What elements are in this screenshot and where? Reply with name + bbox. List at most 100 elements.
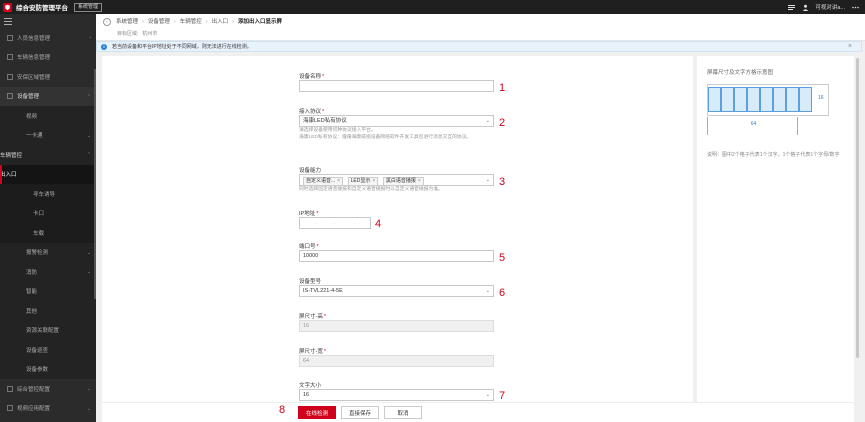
crumb-vehicle[interactable]: 车辆管控 — [180, 18, 202, 26]
hamburger-icon[interactable] — [0, 14, 96, 28]
sidebar-item-15[interactable]: 资源关联配置 — [0, 320, 96, 340]
user-icon[interactable] — [801, 3, 809, 11]
capability-hint: 同时选择固定语音播报和自定义语音播报时以自定义语音播报为准。 — [299, 187, 443, 192]
height-field: 屏尺寸-高* 16 — [299, 312, 499, 332]
capability-tag-3[interactable]: 黑白语音播报 × — [382, 177, 424, 186]
ip-label: IP地址 — [299, 211, 316, 217]
sidebar-item-10[interactable]: 车载 — [0, 223, 96, 243]
sidebar-item-label: 报警检测 — [26, 250, 49, 257]
sidebar-item-12[interactable]: 消防 ⌄ — [0, 262, 96, 282]
chevron-icon: ⌄ — [86, 249, 91, 256]
marker-3: 3 — [499, 176, 506, 188]
capability-tag-2[interactable]: LED显示 × — [347, 177, 379, 186]
page-title: 添加出入口显示屏 — [237, 19, 282, 25]
sidebar-item-label: 视频应用配置 — [17, 406, 51, 413]
height-input: 16 — [299, 320, 494, 332]
grid-cell — [708, 87, 721, 112]
back-button[interactable]: ‹ — [103, 18, 111, 26]
menu-icon — [6, 405, 13, 412]
sidebar-scrollbar[interactable] — [94, 69, 96, 299]
capability-select[interactable]: 自定义语音... × LED显示 × 黑白语音播报 × ⌄ — [299, 174, 494, 186]
sidebar-item-5[interactable]: 一卡通 ⌄ — [0, 125, 96, 145]
sidebar-item-18[interactable]: 综合管控配置 ⌄ — [0, 379, 96, 399]
grid-cell — [734, 87, 747, 112]
protocol-hint-2: 海康LED私有协议：遵循海康威视设备网络软件开发工具包进行消息交互的协议。 — [299, 135, 472, 140]
list-icon[interactable] — [787, 3, 795, 11]
protocol-value: 海康LED私有协议 — [303, 118, 347, 124]
sidebar-item-4[interactable]: 视频 — [0, 106, 96, 126]
marker-4: 4 — [375, 218, 382, 230]
sidebar-item-0[interactable]: 人员信息管理 › — [0, 28, 96, 48]
preview-title: 屏幕尺寸及文字方格示意图 — [707, 70, 774, 76]
font-size-select[interactable]: 16 ⌄ — [299, 389, 494, 401]
grid-cell — [721, 87, 734, 112]
protocol-select[interactable]: 海康LED私有协议 ⌄ — [299, 115, 494, 127]
menu-icon — [6, 34, 13, 41]
capability-tag-1[interactable]: 自定义语音... × — [303, 177, 344, 186]
save-button[interactable]: 直接保存 — [341, 406, 379, 419]
info-icon: i — [101, 43, 107, 50]
preview-description: 说明：图中2个格子代表1个汉字，1个格子代表1个字母/数字 — [707, 152, 840, 158]
port-input[interactable]: 10000 — [299, 250, 494, 262]
online-check-button[interactable]: 在线检测 — [298, 406, 336, 419]
username[interactable]: 可视对讲a... — [815, 3, 845, 11]
model-select[interactable]: IS-TVL221-4-5E ⌄ — [299, 285, 494, 297]
sidebar-item-16[interactable]: 设备巡查 — [0, 340, 96, 360]
grid-cell — [786, 87, 799, 112]
model-field: 设备型号 IS-TVL221-4-5E ⌄ — [299, 277, 499, 297]
protocol-hint-1: 请选择设备使用何种协议接入平台。 — [299, 128, 376, 133]
sidebar-item-8[interactable]: 寻车诱导 — [0, 184, 96, 204]
sidebar-item-1[interactable]: 车辆信息管理 — [0, 48, 96, 68]
sidebar-item-label: 设备巡查 — [26, 347, 49, 354]
sidebar-item-label: 一卡通 — [26, 133, 43, 140]
marker-2: 2 — [499, 117, 506, 129]
sidebar-item-label: 设备管理 — [17, 94, 40, 101]
sidebar: 人员信息管理 › 车辆信息管理 安保区域管理设备管理 ⌃ 视频一卡通 ⌄ 车辆管控 ⌃ 出入口寻车… — [0, 14, 96, 422]
ip-field: IP地址* ... — [299, 209, 499, 229]
marker-1: 1 — [499, 82, 506, 94]
sidebar-item-6[interactable]: 车辆管控 ⌃ — [0, 145, 96, 165]
target-area: 目标区域: 杭州市 — [117, 30, 157, 37]
sidebar-item-label: 智能 — [26, 289, 38, 296]
chevron-icon: ⌄ — [86, 132, 91, 139]
sidebar-item-17[interactable]: 设备参数 — [0, 359, 96, 379]
menu-icon — [6, 93, 13, 100]
system-tag-button[interactable]: 系统管理 — [74, 2, 103, 12]
chevron-icon: ⌄ — [86, 386, 91, 392]
top-right-tools: 可视对讲a... — [787, 0, 859, 14]
chevron-icon: ⌃ — [86, 152, 91, 158]
sidebar-item-label: 人员信息管理 — [17, 35, 51, 42]
grid-cell — [799, 87, 812, 112]
sidebar-item-label: 出入口 — [0, 172, 17, 179]
sidebar-item-13[interactable]: 智能 — [0, 281, 96, 301]
grid-cell — [760, 87, 773, 112]
sidebar-item-label: 卡口 — [33, 211, 45, 218]
sidebar-item-19[interactable]: 视频应用配置 ⌄ — [0, 399, 96, 419]
close-icon: × — [337, 178, 341, 184]
sidebar-item-14[interactable]: 其他 — [0, 301, 96, 321]
crumb-system[interactable]: 系统管理 — [116, 18, 138, 26]
screen-grid-diagram: 16 — [707, 84, 829, 116]
close-icon[interactable]: × — [848, 43, 852, 50]
crumb-device[interactable]: 设备管理 — [148, 18, 170, 26]
action-bar: 8 在线检测 直接保存 取消 — [102, 402, 854, 422]
sidebar-item-9[interactable]: 卡口 — [0, 203, 96, 223]
crumb-entrance[interactable]: 出入口 — [212, 18, 229, 26]
device-name-input[interactable] — [299, 80, 494, 92]
marker-7: 7 — [499, 390, 506, 402]
sidebar-item-2[interactable]: 安保区域管理 — [0, 67, 96, 87]
ip-input[interactable]: ... — [299, 217, 371, 229]
chevron-icon: ⌃ — [86, 93, 91, 100]
marker-5: 5 — [499, 252, 506, 264]
main-scrollbar[interactable] — [855, 56, 860, 422]
more-icon[interactable] — [851, 3, 859, 11]
form-panel: 设备名称* 1 接入协议* 海康LED私有协议 ⌄ 请选择设备使用何种协议接入平台… — [102, 56, 693, 422]
sidebar-item-label: 车载 — [33, 230, 45, 237]
preview-panel: 屏幕尺寸及文字方格示意图 16 64 说明：图中2个格子代表1个汉字，1个格子代… — [697, 56, 854, 402]
sidebar-item-11[interactable]: 报警检测 ⌄ — [0, 242, 96, 262]
sidebar-item-label: 综合管控配置 — [17, 386, 51, 393]
sidebar-item-7[interactable]: 出入口 — [0, 164, 96, 184]
cancel-button[interactable]: 取消 — [384, 406, 422, 419]
chevron-down-icon: ⌄ — [485, 177, 490, 183]
sidebar-item-3[interactable]: 设备管理 ⌃ — [0, 86, 96, 106]
